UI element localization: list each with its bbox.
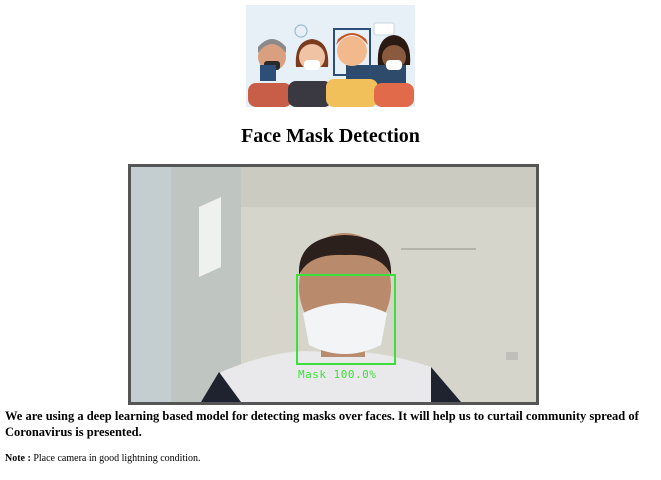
detection-label: Mask 100.0%: [298, 368, 377, 381]
description-text: We are using a deep learning based model…: [5, 409, 639, 439]
note-message: Place camera in good lightning condition…: [33, 453, 201, 464]
note-label: Note :: [5, 453, 31, 464]
banner-illustration: [246, 5, 415, 107]
webcam-video-feed: Mask 100.0%: [128, 164, 539, 405]
page-title: Face Mask Detection: [241, 125, 420, 147]
detection-bounding-box: [296, 274, 396, 365]
note-text: Note : Place camera in good lightning co…: [5, 452, 201, 466]
